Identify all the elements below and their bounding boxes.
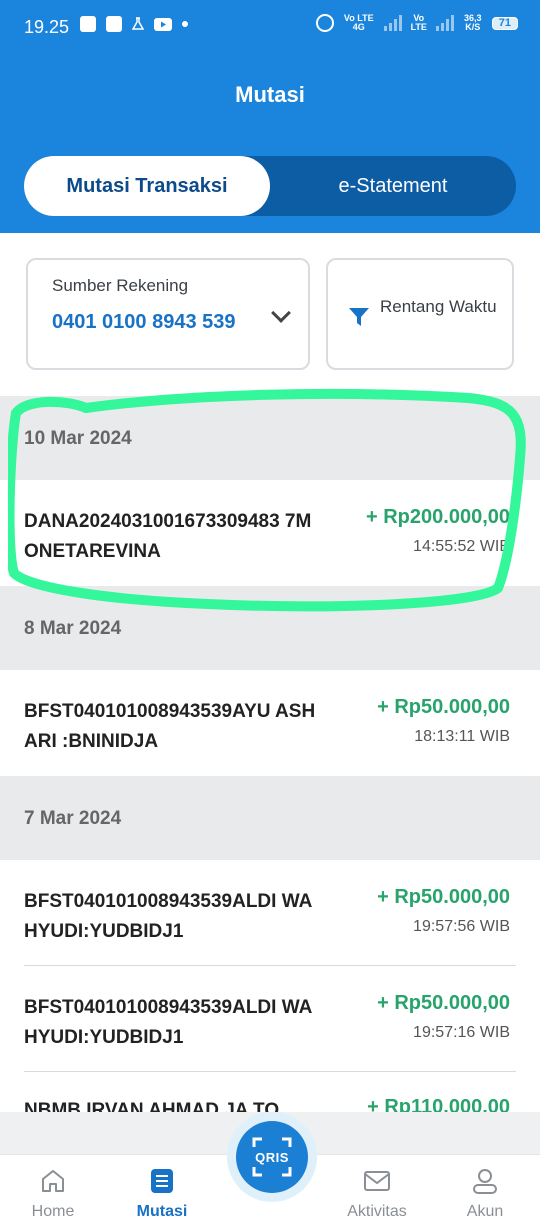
shopping-bag-icon (80, 16, 96, 32)
more-dot-icon (182, 21, 188, 27)
transaction-time: 18:13:11 WIB (414, 728, 510, 745)
app-header: 19.25 Vo LTE 4G Vo LTE 36,3 K/S 71 Mutas… (0, 0, 540, 233)
transaction-amount: + Rp50.000,00 (377, 886, 510, 908)
nav-mutasi[interactable]: Mutasi (117, 1165, 207, 1221)
system-icons: Vo LTE 4G Vo LTE 36,3 K/S 71 (315, 13, 518, 32)
qris-scan-icon: QRIS (236, 1121, 308, 1193)
transaction-description: BFST040101008943539AYU ASHARI :BNINIDJA (24, 701, 316, 752)
list-icon (151, 1169, 173, 1193)
transaction-row[interactable]: BFST040101008943539ALDI WAHYUDI:YUDBIDJ1… (0, 966, 540, 1072)
tab-switcher: Mutasi Transaksi e-Statement (24, 156, 516, 216)
nav-aktivitas-label: Aktivitas (347, 1203, 407, 1220)
nav-akun-label: Akun (466, 1203, 504, 1220)
notification-square-icon (106, 16, 122, 32)
source-account-label: Sumber Rekening (52, 276, 189, 295)
network-1-label: Vo LTE 4G (343, 13, 374, 32)
page-title: Mutasi (235, 82, 305, 107)
transaction-time: 19:57:56 WIB (413, 918, 510, 935)
highlight-annotation (8, 388, 526, 612)
speed-label: 36,3 K/S (463, 13, 482, 32)
nav-akun[interactable]: Akun (440, 1165, 530, 1221)
flask-icon (132, 17, 144, 30)
nav-home-label: Home (31, 1203, 75, 1220)
battery-icon: 71 (491, 16, 518, 30)
chevron-down-icon (271, 303, 291, 323)
mail-icon (364, 1171, 390, 1191)
transaction-amount: + Rp50.000,00 (377, 992, 510, 1014)
date-range-filter-button[interactable]: Rentang Waktu (326, 258, 514, 370)
transaction-description: BFST040101008943539ALDI WAHYUDI:YUDBIDJ1 (24, 997, 313, 1048)
alarm-icon (315, 14, 334, 32)
source-account-value: 0401 0100 8943 539 (52, 311, 236, 333)
transaction-amount: + Rp50.000,00 (377, 696, 510, 718)
nav-home[interactable]: Home (8, 1165, 98, 1221)
tab-mutasi-transaksi[interactable]: Mutasi Transaksi (24, 156, 270, 216)
status-time: 19.25 (24, 17, 70, 37)
signal-2-icon (435, 15, 454, 31)
transaction-row[interactable]: BFST040101008943539ALDI WAHYUDI:YUDBIDJ1… (0, 860, 540, 966)
user-icon (473, 1169, 497, 1194)
transaction-time: 19:57:16 WIB (413, 1024, 510, 1041)
nav-mutasi-label: Mutasi (136, 1203, 188, 1220)
date-range-label: Rentang Waktu (380, 297, 497, 316)
signal-1-icon (383, 15, 402, 31)
date-header-label: 8 Mar 2024 (24, 618, 122, 639)
youtube-icon (154, 17, 172, 31)
nav-aktivitas[interactable]: Aktivitas (332, 1165, 422, 1221)
status-bar: 19.25 Vo LTE 4G Vo LTE 36,3 K/S 71 (0, 0, 540, 56)
scan-frame-icon (252, 1137, 292, 1177)
notification-icons (80, 16, 188, 32)
qris-scan-button[interactable]: QRIS (227, 1112, 317, 1202)
filter-icon (349, 308, 369, 326)
source-account-dropdown[interactable]: Sumber Rekening 0401 0100 8943 539 (26, 258, 310, 370)
date-header-label: 7 Mar 2024 (24, 808, 122, 829)
date-header: 7 Mar 2024 (0, 776, 540, 860)
transaction-row[interactable]: BFST040101008943539AYU ASHARI :BNINIDJA … (0, 670, 540, 776)
transaction-description: BFST040101008943539ALDI WAHYUDI:YUDBIDJ1 (24, 891, 313, 942)
home-icon (42, 1170, 64, 1192)
network-2-label: Vo LTE (410, 13, 427, 32)
tab-e-statement[interactable]: e-Statement (270, 156, 516, 216)
